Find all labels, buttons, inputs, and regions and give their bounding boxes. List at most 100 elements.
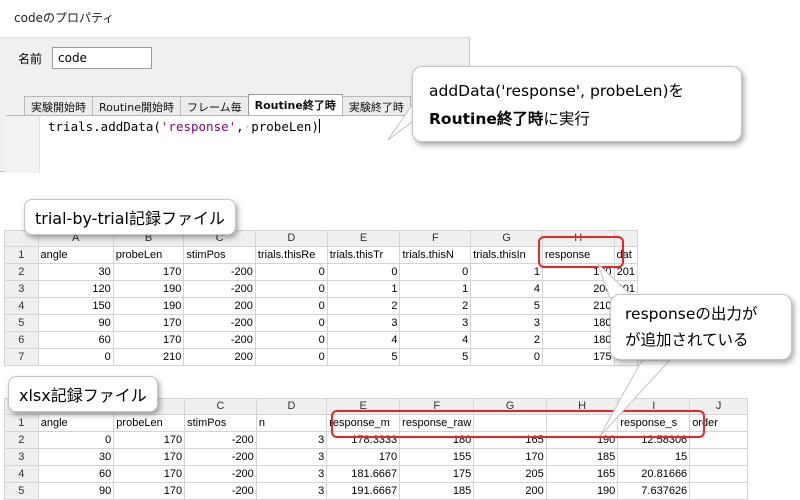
table-cell[interactable]: 0 (254, 314, 328, 332)
column-header[interactable]: F (399, 230, 472, 247)
table-cell[interactable]: 170 (113, 448, 186, 466)
table-cell[interactable]: 170 (326, 448, 401, 466)
table-cell[interactable]: 1 (399, 280, 472, 298)
table-cell[interactable]: 170 (112, 263, 185, 281)
table-cell[interactable]: -200 (184, 448, 257, 466)
table-cell[interactable]: 185 (545, 448, 619, 466)
table-cell[interactable]: 3 (399, 314, 472, 332)
table-cell[interactable]: 1 (470, 263, 543, 281)
table-cell[interactable]: 60 (37, 331, 114, 349)
table-cell[interactable]: 190 (545, 482, 619, 500)
row-header[interactable]: 3 (4, 280, 39, 298)
table-cell[interactable]: 205 (473, 465, 547, 483)
table-cell[interactable]: 3 (326, 314, 401, 332)
table-cell[interactable]: 60 (37, 465, 115, 483)
tab-end-routine[interactable]: Routine終了時 (247, 94, 343, 115)
table-cell[interactable]: probeLen (112, 246, 185, 264)
table-cell[interactable]: 5 (399, 348, 472, 366)
table-cell[interactable]: 170 (113, 465, 186, 483)
table-cell[interactable]: 3 (255, 465, 328, 483)
table-cell[interactable]: 1 (326, 280, 401, 298)
table-cell[interactable]: 0 (37, 431, 115, 449)
tab-each-frame[interactable]: フレーム毎 (179, 96, 249, 115)
table-cell[interactable]: 3 (255, 482, 328, 500)
table-cell[interactable]: -200 (183, 263, 256, 281)
column-header[interactable]: E (326, 230, 401, 247)
table-cell[interactable]: angle (37, 414, 115, 432)
row-header[interactable]: 2 (4, 431, 39, 449)
table-cell[interactable]: 3 (470, 314, 543, 332)
column-header[interactable]: D (254, 230, 328, 247)
table-cell[interactable]: -200 (184, 482, 257, 500)
column-header[interactable]: G (470, 230, 543, 247)
table-cell[interactable]: -200 (183, 280, 256, 298)
table-cell[interactable]: 3 (255, 448, 328, 466)
table-cell[interactable]: trials.thisTr (326, 246, 401, 264)
table-cell[interactable]: 190 (112, 280, 185, 298)
table-cell[interactable]: 170 (112, 314, 185, 332)
table-cell[interactable]: 0 (326, 263, 401, 281)
tab-begin-routine[interactable]: Routine開始時 (92, 96, 181, 115)
table-cell[interactable]: 30 (37, 448, 115, 466)
row-header[interactable]: 5 (4, 482, 39, 500)
table-cell[interactable]: 2 (470, 331, 543, 349)
table-cell[interactable]: 2 (326, 297, 401, 315)
row-header[interactable]: 4 (4, 297, 39, 315)
table-cell[interactable]: 170 (112, 331, 185, 349)
name-input[interactable]: code (52, 47, 152, 69)
table-cell[interactable]: 0 (254, 331, 328, 349)
table-cell[interactable]: 4 (326, 331, 401, 349)
table-cell[interactable]: 155 (399, 448, 475, 466)
table-cell[interactable]: 170 (113, 431, 186, 449)
table-cell[interactable]: probeLen (113, 414, 186, 432)
row-header[interactable]: 5 (4, 314, 39, 332)
table-cell[interactable]: 170 (113, 482, 186, 500)
row-header[interactable]: 3 (4, 448, 39, 466)
table-cell[interactable] (689, 465, 748, 483)
table-cell[interactable]: n (255, 414, 328, 432)
table-cell[interactable]: 3 (255, 431, 328, 449)
row-header[interactable]: 2 (4, 263, 39, 281)
table-cell[interactable]: stimPos (183, 246, 256, 264)
table-cell[interactable]: 90 (37, 314, 114, 332)
table-cell[interactable]: 30 (37, 263, 114, 281)
table-cell[interactable]: 0 (254, 297, 328, 315)
table-cell[interactable]: 5 (326, 348, 401, 366)
table-cell[interactable]: 0 (254, 280, 328, 298)
table-cell[interactable]: 20.81666 (617, 465, 691, 483)
table-cell[interactable]: 190 (112, 297, 185, 315)
table-cell[interactable]: 4 (399, 331, 472, 349)
row-header[interactable]: 1 (4, 246, 39, 264)
row-header[interactable]: 1 (4, 414, 39, 432)
row-header[interactable]: 4 (4, 465, 39, 483)
table-cell[interactable]: -200 (184, 431, 257, 449)
table-cell[interactable]: 185 (399, 482, 475, 500)
table-cell[interactable]: angle (37, 246, 114, 264)
row-header[interactable]: 7 (4, 348, 39, 366)
table-cell[interactable]: 0 (254, 263, 328, 281)
table-cell[interactable]: 200 (473, 482, 547, 500)
table-cell[interactable]: 165 (545, 465, 619, 483)
column-header[interactable]: D (255, 398, 328, 415)
table-cell[interactable]: 0 (254, 348, 328, 366)
tab-begin-experiment[interactable]: 実験開始時 (24, 96, 93, 115)
table-cell[interactable]: 0 (37, 348, 114, 366)
table-cell[interactable]: 175 (399, 465, 475, 483)
table-cell[interactable]: 120 (37, 280, 114, 298)
table-cell[interactable]: trials.thisRe (254, 246, 328, 264)
table-cell[interactable]: 150 (37, 297, 114, 315)
table-cell[interactable]: 4 (470, 280, 543, 298)
table-cell[interactable]: 0 (470, 348, 543, 366)
table-cell[interactable]: 170 (473, 448, 547, 466)
table-cell[interactable]: 0 (399, 263, 472, 281)
column-header[interactable]: C (184, 398, 257, 415)
table-cell[interactable]: -200 (183, 331, 256, 349)
table-cell[interactable]: 5 (470, 297, 543, 315)
table-cell[interactable]: 200 (183, 348, 256, 366)
table-cell[interactable]: 7.637626 (617, 482, 691, 500)
row-header[interactable]: 6 (4, 331, 39, 349)
table-cell[interactable]: 181.6667 (326, 465, 401, 483)
table-cell[interactable] (689, 448, 748, 466)
table-cell[interactable]: -200 (184, 465, 257, 483)
table-cell[interactable]: 15 (617, 448, 691, 466)
